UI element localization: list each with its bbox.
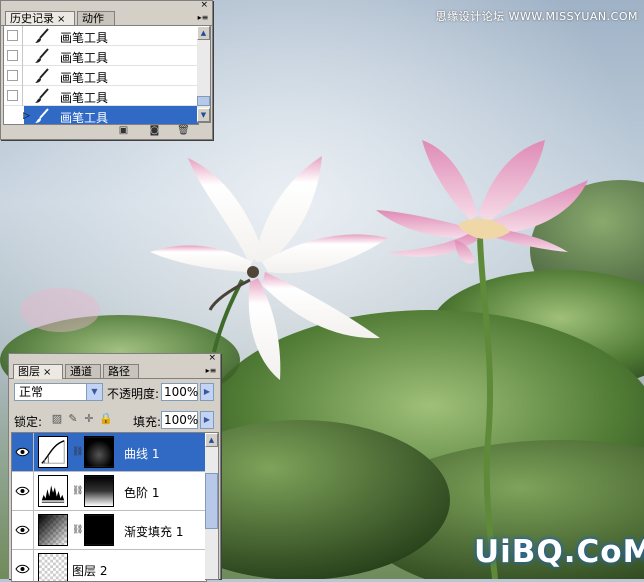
chevron-down-icon[interactable]: ▼ <box>86 384 102 400</box>
layer-row-pixel[interactable]: 图层 2 <box>12 550 206 581</box>
history-scrollbar[interactable]: ▲ ▼ <box>197 25 211 123</box>
layer-name: 渐变填充 1 <box>124 525 184 539</box>
brush-icon <box>35 88 49 103</box>
history-item-label: 画笔工具 <box>60 51 109 65</box>
eye-icon[interactable] <box>15 486 30 496</box>
close-icon[interactable]: × <box>200 1 208 10</box>
layer-list: ⛓ 曲线 1 ⛓ 色阶 1 ⛓ 渐变填充 1 图层 2 <box>11 432 207 582</box>
tab-history[interactable]: 历史记录 × <box>5 11 75 26</box>
tab-channels-label: 通道 <box>70 365 92 378</box>
history-source-checkbox[interactable] <box>7 90 18 101</box>
snapshot-camera-icon[interactable]: ◙ <box>148 125 161 136</box>
blend-mode-value: 正常 <box>19 385 44 399</box>
history-panel: × 历史记录 × 动作 ▸≡ 画笔工具 画笔工具 画笔工具 画笔工具 ▷ 画笔工… <box>0 0 213 140</box>
layer-row-levels[interactable]: ⛓ 色阶 1 <box>12 472 206 511</box>
eye-icon[interactable] <box>15 447 30 457</box>
history-list: 画笔工具 画笔工具 画笔工具 画笔工具 ▷ 画笔工具 <box>3 25 199 125</box>
fill-label: 填充: <box>133 415 162 429</box>
panel-menu-icon[interactable]: ▸≡ <box>205 365 217 376</box>
levels-adjustment-icon <box>38 475 68 507</box>
tab-actions-label: 动作 <box>82 12 104 25</box>
fill-slider-arrow-icon[interactable]: ▶ <box>200 411 214 429</box>
history-item[interactable]: 画笔工具 <box>4 86 198 106</box>
layer-mask-thumbnail[interactable] <box>84 514 114 546</box>
history-item-label: 画笔工具 <box>60 91 109 105</box>
history-source-checkbox[interactable] <box>7 110 18 121</box>
history-item[interactable]: 画笔工具 <box>4 66 198 86</box>
lock-label: 锁定: <box>14 415 43 429</box>
close-icon[interactable]: × <box>57 14 65 25</box>
opacity-input[interactable]: 100% <box>161 383 198 401</box>
layers-panel: × 图层 × 通道 路径 ▸≡ 正常 ▼ 不透明度: 100% ▶ 锁定: ▨ ✎… <box>8 353 221 582</box>
blend-mode-select[interactable]: 正常 ▼ <box>14 383 103 401</box>
layer-thumbnail <box>38 553 68 581</box>
layer-name: 图层 2 <box>72 564 108 578</box>
history-item[interactable]: 画笔工具 <box>4 26 198 46</box>
link-chain-icon: ⛓ <box>72 525 84 535</box>
tab-channels[interactable]: 通道 <box>65 364 101 378</box>
lock-brush-icon[interactable]: ✎ <box>67 413 79 425</box>
brush-icon <box>35 28 49 43</box>
eye-icon[interactable] <box>15 564 30 574</box>
tab-paths[interactable]: 路径 <box>103 364 139 378</box>
history-state-marker-icon[interactable]: ▷ <box>23 111 30 121</box>
layer-row-gradient-fill[interactable]: ⛓ 渐变填充 1 <box>12 511 206 550</box>
layer-name: 曲线 1 <box>124 447 160 461</box>
watermark-top: 思缘设计论坛 WWW.MISSYUAN.COM <box>435 10 638 23</box>
lock-all-icon[interactable]: 🔒 <box>99 413 113 425</box>
history-item-label: 画笔工具 <box>60 31 109 45</box>
history-item-label: 画笔工具 <box>60 71 109 85</box>
opacity-label: 不透明度: <box>107 387 160 401</box>
layer-mask-thumbnail[interactable] <box>84 436 114 468</box>
layer-name: 色阶 1 <box>124 486 160 500</box>
tab-layers-label: 图层 <box>18 365 40 378</box>
layers-titlebar[interactable]: × <box>9 354 220 364</box>
blend-opacity-row: 正常 ▼ 不透明度: 100% ▶ <box>9 381 220 403</box>
history-source-checkbox[interactable] <box>7 50 18 61</box>
tab-history-label: 历史记录 <box>10 12 54 25</box>
brush-icon <box>35 48 49 63</box>
history-source-checkbox[interactable] <box>7 70 18 81</box>
brush-icon <box>35 108 49 123</box>
brush-icon <box>35 68 49 83</box>
scroll-up-icon[interactable]: ▲ <box>197 26 210 40</box>
layers-tabs: 图层 × 通道 路径 ▸≡ <box>9 364 220 379</box>
history-footer: ▣ ◙ 🗑 <box>1 123 212 140</box>
history-titlebar[interactable]: × <box>1 1 212 11</box>
layer-mask-thumbnail[interactable] <box>84 475 114 507</box>
new-document-icon[interactable]: ▣ <box>117 125 130 136</box>
tab-actions[interactable]: 动作 <box>77 11 115 25</box>
opacity-slider-arrow-icon[interactable]: ▶ <box>200 383 214 401</box>
fill-input[interactable]: 100% <box>161 411 198 429</box>
history-item[interactable]: 画笔工具 <box>4 46 198 66</box>
tab-paths-label: 路径 <box>108 365 130 378</box>
lock-move-icon[interactable]: ✛ <box>83 413 95 425</box>
layers-scrollbar[interactable]: ▲ <box>205 432 219 580</box>
gradient-fill-icon <box>38 514 68 546</box>
lock-transparency-icon[interactable]: ▨ <box>51 413 63 425</box>
history-tabs: 历史记录 × 动作 ▸≡ <box>1 11 212 26</box>
eye-icon[interactable] <box>15 525 30 535</box>
history-source-checkbox[interactable] <box>7 30 18 41</box>
curves-adjustment-icon <box>38 436 68 468</box>
close-icon[interactable]: × <box>43 367 51 378</box>
panel-menu-icon[interactable]: ▸≡ <box>197 12 209 23</box>
close-icon[interactable]: × <box>208 354 216 363</box>
scroll-down-icon[interactable]: ▼ <box>197 108 210 122</box>
link-chain-icon: ⛓ <box>72 447 84 457</box>
scroll-up-icon[interactable]: ▲ <box>205 433 218 447</box>
trash-icon[interactable]: 🗑 <box>177 125 190 136</box>
scroll-thumb[interactable] <box>197 96 210 106</box>
tab-layers[interactable]: 图层 × <box>13 364 63 379</box>
link-chain-icon: ⛓ <box>72 486 84 496</box>
lock-fill-row: 锁定: ▨ ✎ ✛ 🔒 填充: 100% ▶ <box>9 409 220 431</box>
scroll-thumb[interactable] <box>205 473 218 529</box>
watermark-bottom: UiBQ.CoM <box>474 534 644 570</box>
layer-row-curves[interactable]: ⛓ 曲线 1 <box>12 433 206 472</box>
